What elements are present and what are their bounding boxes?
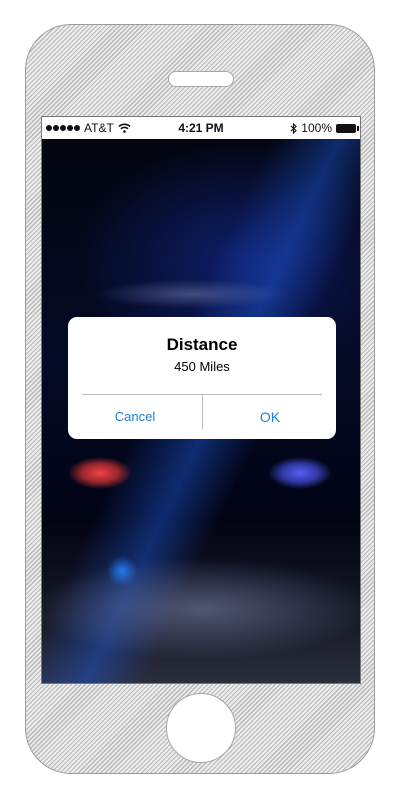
- bluetooth-icon: [290, 122, 298, 134]
- battery-icon: [336, 123, 359, 133]
- battery-percent: 100%: [301, 121, 332, 135]
- status-right: 100%: [290, 121, 359, 135]
- cancel-button[interactable]: Cancel: [68, 395, 202, 439]
- ok-button[interactable]: OK: [203, 395, 337, 439]
- home-button[interactable]: [166, 693, 236, 763]
- phone-frame: AT&T 4:21 PM 100% Distance 450 Miles Can…: [25, 24, 375, 774]
- alert-dialog: Distance 450 Miles Cancel OK: [68, 317, 336, 439]
- device-screen: AT&T 4:21 PM 100% Distance 450 Miles Can…: [41, 116, 361, 684]
- alert-message: 450 Miles: [174, 359, 230, 374]
- status-bar: AT&T 4:21 PM 100%: [42, 117, 360, 139]
- speaker-grille: [168, 71, 234, 87]
- alert-title: Distance: [166, 335, 238, 354]
